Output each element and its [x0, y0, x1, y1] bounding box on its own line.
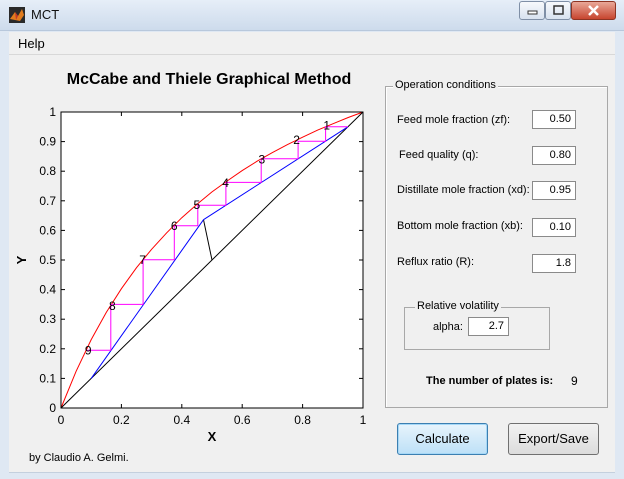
stage-label: 6	[171, 219, 178, 233]
alpha-label: alpha:	[433, 321, 463, 333]
window-bottom-border	[9, 472, 615, 473]
export-save-button[interactable]: Export/Save	[508, 423, 599, 455]
x-tick-label: 0.4	[173, 413, 190, 427]
calculate-button[interactable]: Calculate	[397, 423, 488, 455]
x-tick-label: 1	[360, 413, 367, 427]
stage-label: 4	[222, 176, 229, 190]
reflux-input[interactable]: 1.8	[532, 254, 576, 273]
xb-label: Bottom mole fraction (xb):	[397, 220, 523, 232]
stage-label: 9	[85, 343, 92, 357]
stage-label: 7	[139, 253, 146, 267]
plates-value: 9	[571, 374, 578, 388]
xd-label: Distillate mole fraction (xd):	[397, 184, 530, 196]
y-tick-label: 0.7	[39, 194, 56, 208]
stage-label: 3	[258, 152, 265, 166]
x-tick-label: 0.8	[294, 413, 311, 427]
stage-label: 1	[323, 118, 330, 132]
y-tick-label: 0.9	[39, 135, 56, 149]
x-tick-label: 0	[58, 413, 65, 427]
y-tick-label: 0.3	[39, 312, 56, 326]
zf-input[interactable]: 0.50	[532, 110, 576, 129]
y-tick-label: 1	[49, 105, 56, 119]
x-axis-label: X	[208, 429, 217, 444]
y-tick-label: 0	[49, 401, 56, 415]
x-tick-label: 0.6	[234, 413, 251, 427]
y-tick-label: 0.4	[39, 283, 56, 297]
operation-conditions-panel	[385, 86, 608, 408]
stage-label: 2	[293, 133, 300, 147]
plates-label: The number of plates is:	[426, 375, 554, 387]
q-label: Feed quality (q):	[399, 149, 479, 161]
relative-volatility-title: Relative volatility	[415, 300, 501, 312]
stage-label: 8	[109, 299, 116, 313]
stage-label: 5	[194, 198, 201, 212]
x-tick-label: 0.2	[113, 413, 130, 427]
q-input[interactable]: 0.80	[532, 146, 576, 165]
y-axis-label: Y	[14, 255, 29, 264]
y-tick-label: 0.5	[39, 253, 56, 267]
y-tick-label: 0.2	[39, 342, 56, 356]
y-tick-label: 0.8	[39, 164, 56, 178]
xd-input[interactable]: 0.95	[532, 181, 576, 200]
alpha-input[interactable]: 2.7	[468, 317, 509, 336]
reflux-label: Reflux ratio (R):	[397, 256, 475, 268]
operation-conditions-title: Operation conditions	[393, 79, 498, 91]
credit-text: by Claudio A. Gelmi.	[29, 452, 129, 464]
zf-label: Feed mole fraction (zf):	[397, 114, 511, 126]
y-tick-label: 0.6	[39, 223, 56, 237]
y-tick-label: 0.1	[39, 371, 56, 385]
xb-input[interactable]: 0.10	[532, 218, 576, 237]
